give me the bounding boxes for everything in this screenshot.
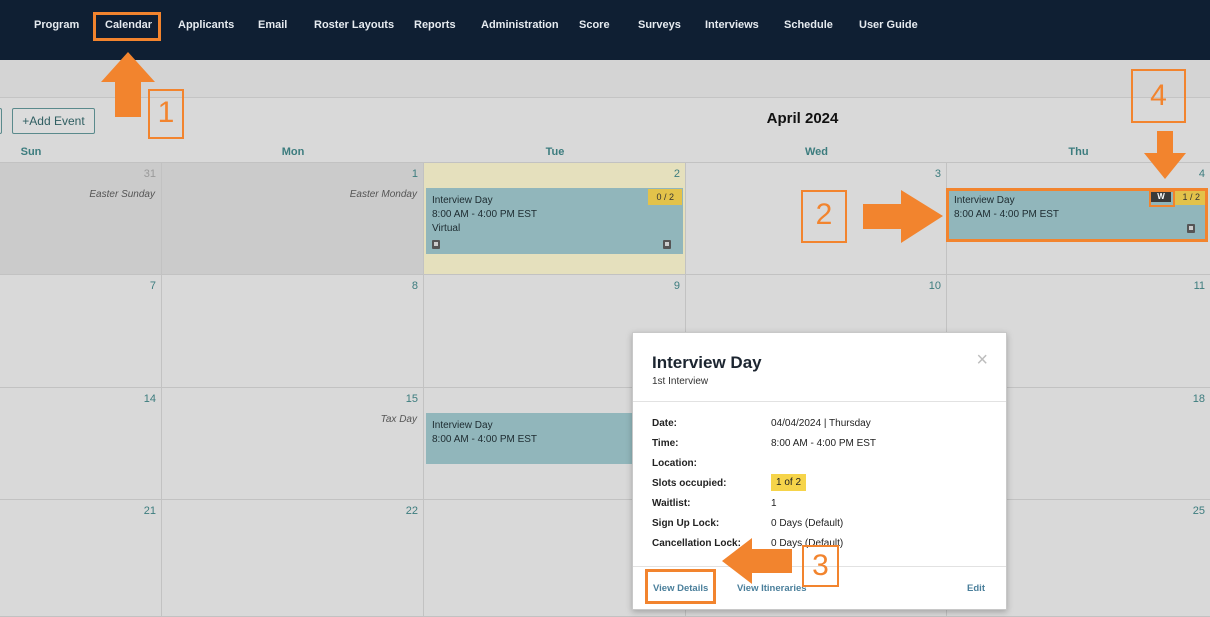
annotation-number: 4 [1150, 79, 1167, 112]
slots-occupied-value: 1 of 2 [771, 474, 807, 491]
event-location: Virtual [432, 223, 461, 234]
day-cell[interactable]: 8 [162, 275, 424, 388]
dow-sun: Sun [20, 146, 42, 158]
nav-program[interactable]: Program [34, 19, 79, 31]
dow-wed: Wed [804, 146, 829, 158]
day-cell[interactable]: 22 [162, 500, 424, 617]
day-number: 8 [411, 280, 418, 292]
event-time: 8:00 AM - 4:00 PM EST [432, 434, 538, 445]
nav-schedule[interactable]: Schedule [784, 19, 833, 31]
day-cell[interactable]: 21 [0, 500, 162, 617]
dow-mon: Mon [281, 146, 305, 158]
day-number: 7 [149, 280, 156, 292]
popup-title: Interview Day [652, 353, 762, 372]
annotation-number: 2 [815, 198, 833, 231]
sign-up-lock-label: Sign Up Lock: [652, 518, 720, 529]
nav-interviews[interactable]: Interviews [705, 19, 759, 31]
holiday-label: Easter Monday [349, 189, 417, 200]
add-event-button[interactable]: +Add Event [12, 108, 95, 134]
view-itineraries-link[interactable]: View Itineraries [737, 583, 807, 594]
annotation-arrow-left-icon [722, 538, 792, 584]
popup-subtitle: 1st Interview [652, 376, 709, 387]
day-number: 18 [1192, 393, 1205, 405]
slots-occupied-label: Slots occupied: [652, 478, 727, 489]
day-number: 22 [405, 505, 418, 517]
date-label: Date: [652, 418, 678, 429]
day-number: 21 [143, 505, 156, 517]
event-interview-day-apr16[interactable]: Interview Day 8:00 AM - 4:00 PM EST [426, 413, 636, 464]
day-number: 2 [673, 168, 680, 180]
nav-reports[interactable]: Reports [414, 19, 456, 31]
day-number: 10 [928, 280, 941, 292]
month-title: April 2024 [766, 110, 839, 127]
date-value: 04/04/2024 | Thursday [771, 418, 871, 429]
day-number: 25 [1192, 505, 1205, 517]
previous-button[interactable] [0, 108, 2, 134]
divider [633, 401, 1006, 402]
annotation-arrow-right-icon [863, 190, 943, 243]
nav-roster-layouts[interactable]: Roster Layouts [314, 19, 394, 31]
day-number: 1 [411, 168, 418, 180]
holiday-label: Tax Day [380, 414, 417, 425]
waitlist-value: 1 [771, 498, 777, 509]
event-interview-day-apr2[interactable]: Interview Day 8:00 AM - 4:00 PM EST Virt… [426, 188, 683, 254]
nav-score[interactable]: Score [579, 19, 610, 31]
event-time: 8:00 AM - 4:00 PM EST [432, 209, 538, 220]
nav-applicants[interactable]: Applicants [178, 19, 234, 31]
annotation-box-calendar [93, 12, 161, 41]
lock-icon [432, 240, 440, 249]
day-cell[interactable]: 14 [0, 388, 162, 500]
day-number: 4 [1198, 168, 1205, 180]
nav-administration[interactable]: Administration [481, 19, 559, 31]
sign-up-lock-value: 0 Days (Default) [771, 518, 844, 529]
day-cell[interactable]: 15 Tax Day [162, 388, 424, 500]
day-number: 15 [405, 393, 418, 405]
waitlist-label: Waitlist: [652, 498, 691, 509]
annotation-arrow-down-icon [1144, 131, 1186, 179]
day-cell[interactable]: 1 Easter Monday [162, 162, 424, 275]
location-label: Location: [652, 458, 697, 469]
annotation-number: 3 [812, 549, 829, 582]
holiday-label: Easter Sunday [89, 189, 155, 200]
day-number: 3 [934, 168, 941, 180]
annotation-box-waitlist [1149, 190, 1175, 207]
nav-surveys[interactable]: Surveys [638, 19, 681, 31]
dow-tue: Tue [545, 146, 565, 158]
day-number: 14 [143, 393, 156, 405]
close-icon[interactable]: × [976, 349, 988, 372]
trash-icon[interactable] [663, 240, 671, 249]
time-value: 8:00 AM - 4:00 PM EST [771, 438, 877, 449]
annotation-arrow-up-icon [101, 52, 155, 117]
day-cell[interactable]: 7 [0, 275, 162, 388]
time-label: Time: [652, 438, 679, 449]
day-cell[interactable]: 31 Easter Sunday [0, 162, 162, 275]
day-number: 11 [1193, 280, 1205, 292]
top-navigation: Program Calendar Applicants Email Roster… [0, 0, 1210, 60]
nav-user-guide[interactable]: User Guide [859, 19, 918, 31]
slots-badge: 0 / 2 [648, 189, 682, 205]
event-title: Interview Day [432, 195, 493, 206]
annotation-number: 1 [157, 96, 175, 129]
event-title: Interview Day [432, 420, 493, 431]
edit-link[interactable]: Edit [967, 583, 985, 594]
day-number: 31 [143, 168, 156, 180]
day-number: 9 [673, 280, 680, 292]
nav-email[interactable]: Email [258, 19, 287, 31]
annotation-box-view-details [645, 569, 716, 604]
